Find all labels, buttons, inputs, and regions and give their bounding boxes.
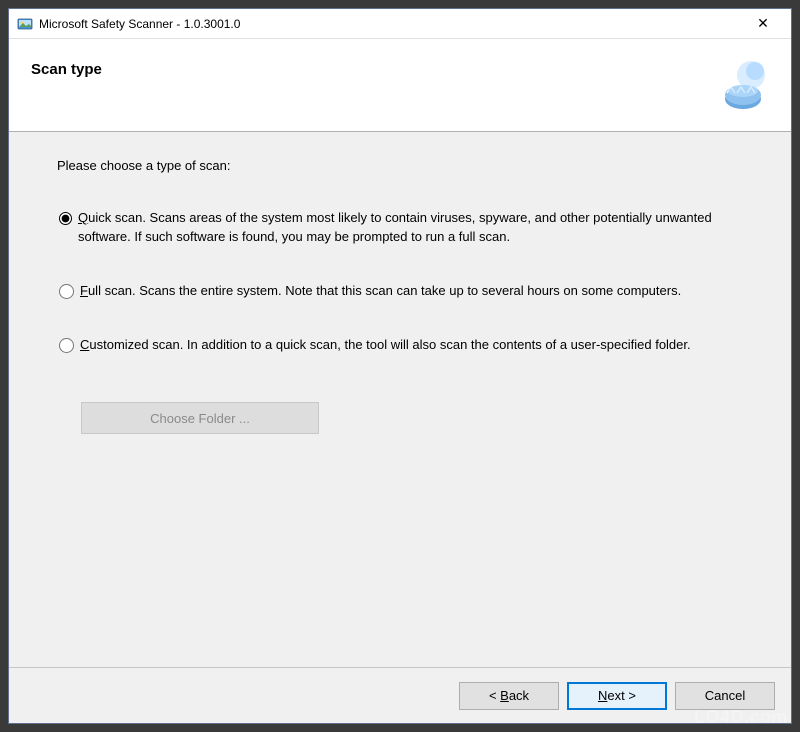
radio-label-quick: Quick scan. Scans areas of the system mo… — [78, 209, 743, 247]
wizard-footer: < Back Next > Cancel — [9, 667, 791, 723]
radio-full-scan[interactable] — [59, 284, 74, 299]
radio-quick-scan[interactable] — [59, 211, 72, 226]
titlebar: Microsoft Safety Scanner - 1.0.3001.0 ✕ — [9, 9, 791, 39]
radio-option-full-scan[interactable]: Full scan. Scans the entire system. Note… — [59, 282, 743, 301]
wizard-content: Please choose a type of scan: Quick scan… — [9, 132, 791, 667]
close-icon: ✕ — [757, 15, 769, 32]
wizard-header: Scan type — [9, 39, 791, 131]
close-button[interactable]: ✕ — [743, 10, 783, 38]
scanner-icon — [711, 57, 769, 115]
page-title: Scan type — [31, 61, 102, 78]
back-button[interactable]: < Back — [459, 682, 559, 710]
dialog-window: Microsoft Safety Scanner - 1.0.3001.0 ✕ … — [8, 8, 792, 724]
app-icon — [17, 16, 33, 32]
radio-option-customized-scan[interactable]: Customized scan. In addition to a quick … — [59, 336, 743, 355]
radio-label-full: Full scan. Scans the entire system. Note… — [80, 282, 681, 301]
cancel-button[interactable]: Cancel — [675, 682, 775, 710]
scan-type-radio-group: Quick scan. Scans areas of the system mo… — [59, 209, 743, 354]
choose-folder-button: Choose Folder ... — [81, 402, 319, 434]
window-title: Microsoft Safety Scanner - 1.0.3001.0 — [39, 17, 743, 31]
radio-option-quick-scan[interactable]: Quick scan. Scans areas of the system mo… — [59, 209, 743, 247]
radio-customized-scan[interactable] — [59, 338, 74, 353]
next-button[interactable]: Next > — [567, 682, 667, 710]
instruction-text: Please choose a type of scan: — [57, 158, 743, 173]
radio-label-customized: Customized scan. In addition to a quick … — [80, 336, 691, 355]
